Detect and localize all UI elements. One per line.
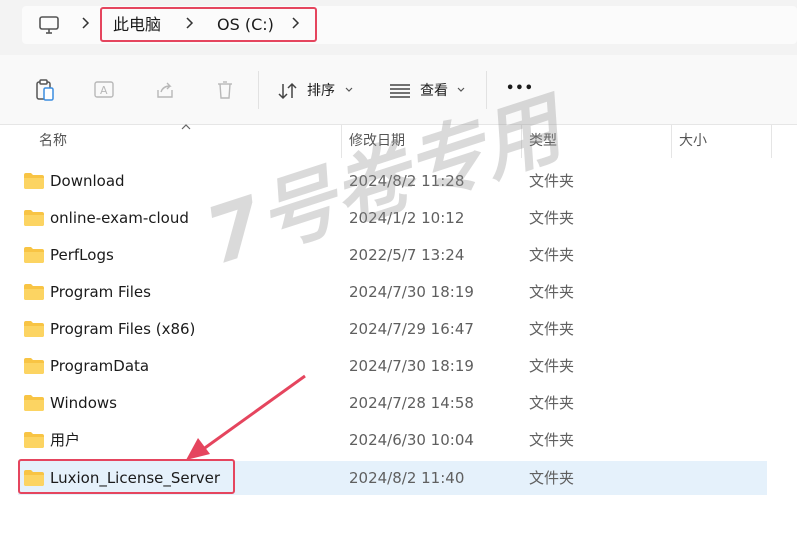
chevron-down-icon[interactable]: [456, 85, 466, 95]
selected-folder-highlight-box: [18, 459, 235, 494]
sort-button[interactable]: 排序: [307, 81, 335, 101]
delete-button[interactable]: [213, 77, 237, 103]
paste-button[interactable]: [33, 77, 57, 103]
file-type: 文件夹: [529, 320, 575, 338]
column-header-date[interactable]: 修改日期: [349, 125, 405, 158]
folder-icon: [24, 173, 44, 189]
file-type: 文件夹: [529, 469, 575, 487]
column-divider[interactable]: [671, 125, 672, 158]
file-row[interactable]: ProgramData 2024/7/30 18:19 文件夹: [18, 349, 767, 383]
column-header-type[interactable]: 类型: [529, 125, 557, 158]
file-row[interactable]: 用户 2024/6/30 10:04 文件夹: [18, 423, 767, 457]
file-name[interactable]: online-exam-cloud: [50, 208, 189, 228]
modified-date: 2024/7/29 16:47: [349, 320, 474, 338]
file-type: 文件夹: [529, 209, 575, 227]
modified-date: 2024/7/30 18:19: [349, 357, 474, 375]
file-name[interactable]: ProgramData: [50, 356, 149, 376]
file-type: 文件夹: [529, 246, 575, 264]
this-pc-icon[interactable]: [38, 14, 60, 36]
view-button[interactable]: 查看: [420, 81, 448, 101]
folder-icon: [24, 210, 44, 226]
breadcrumb-highlight-box: [100, 7, 317, 42]
file-name[interactable]: Download: [50, 171, 125, 191]
file-row[interactable]: Program Files 2024/7/30 18:19 文件夹: [18, 275, 767, 309]
modified-date: 2024/7/28 14:58: [349, 394, 474, 412]
modified-date: 2024/8/2 11:40: [349, 469, 465, 487]
modified-date: 2024/7/30 18:19: [349, 283, 474, 301]
folder-icon: [24, 395, 44, 411]
file-row[interactable]: PerfLogs 2022/5/7 13:24 文件夹: [18, 238, 767, 272]
sort-ascending-icon: [181, 124, 191, 130]
chevron-right-icon[interactable]: [80, 16, 92, 30]
sort-icon[interactable]: [277, 81, 299, 101]
file-row[interactable]: Download 2024/8/2 11:28 文件夹: [18, 164, 767, 198]
column-divider[interactable]: [771, 125, 772, 158]
column-header-name[interactable]: 名称: [39, 125, 67, 158]
file-row[interactable]: Windows 2024/7/28 14:58 文件夹: [18, 386, 767, 420]
file-name[interactable]: PerfLogs: [50, 245, 114, 265]
file-name[interactable]: Program Files: [50, 282, 151, 302]
column-header-size[interactable]: 大小: [679, 125, 707, 158]
column-divider[interactable]: [341, 125, 342, 158]
modified-date: 2024/1/2 10:12: [349, 209, 465, 227]
clipboard-icon: [36, 79, 54, 101]
file-type: 文件夹: [529, 431, 575, 449]
trash-icon: [218, 81, 232, 99]
share-button[interactable]: [153, 77, 177, 103]
share-icon: [157, 82, 173, 98]
command-bar: A 排序 查看 •••: [0, 55, 797, 125]
file-row[interactable]: Program Files (x86) 2024/7/29 16:47 文件夹: [18, 312, 767, 346]
modified-date: 2024/8/2 11:28: [349, 172, 465, 190]
chevron-down-icon[interactable]: [344, 85, 354, 95]
modified-date: 2024/6/30 10:04: [349, 431, 474, 449]
file-name[interactable]: 用户: [50, 430, 80, 450]
rename-icon: A: [94, 81, 114, 98]
file-type: 文件夹: [529, 394, 575, 412]
column-divider[interactable]: [521, 125, 522, 158]
file-type: 文件夹: [529, 172, 575, 190]
rename-button[interactable]: A: [93, 77, 117, 103]
svg-text:A: A: [100, 84, 108, 97]
more-options-button[interactable]: •••: [506, 79, 534, 99]
view-icon[interactable]: [389, 83, 411, 99]
file-type: 文件夹: [529, 357, 575, 375]
folder-icon: [24, 321, 44, 337]
annotation-arrow: [186, 374, 306, 460]
modified-date: 2022/5/7 13:24: [349, 246, 465, 264]
address-bar-area: 此电脑 OS (C:): [0, 0, 797, 55]
folder-icon: [24, 284, 44, 300]
file-type: 文件夹: [529, 283, 575, 301]
file-name[interactable]: Program Files (x86): [50, 319, 195, 339]
toolbar-divider: [258, 71, 259, 109]
folder-icon: [24, 432, 44, 448]
folder-icon: [24, 247, 44, 263]
file-name[interactable]: Windows: [50, 393, 117, 413]
folder-icon: [24, 358, 44, 374]
file-row[interactable]: online-exam-cloud 2024/1/2 10:12 文件夹: [18, 201, 767, 235]
toolbar-divider: [486, 71, 487, 109]
